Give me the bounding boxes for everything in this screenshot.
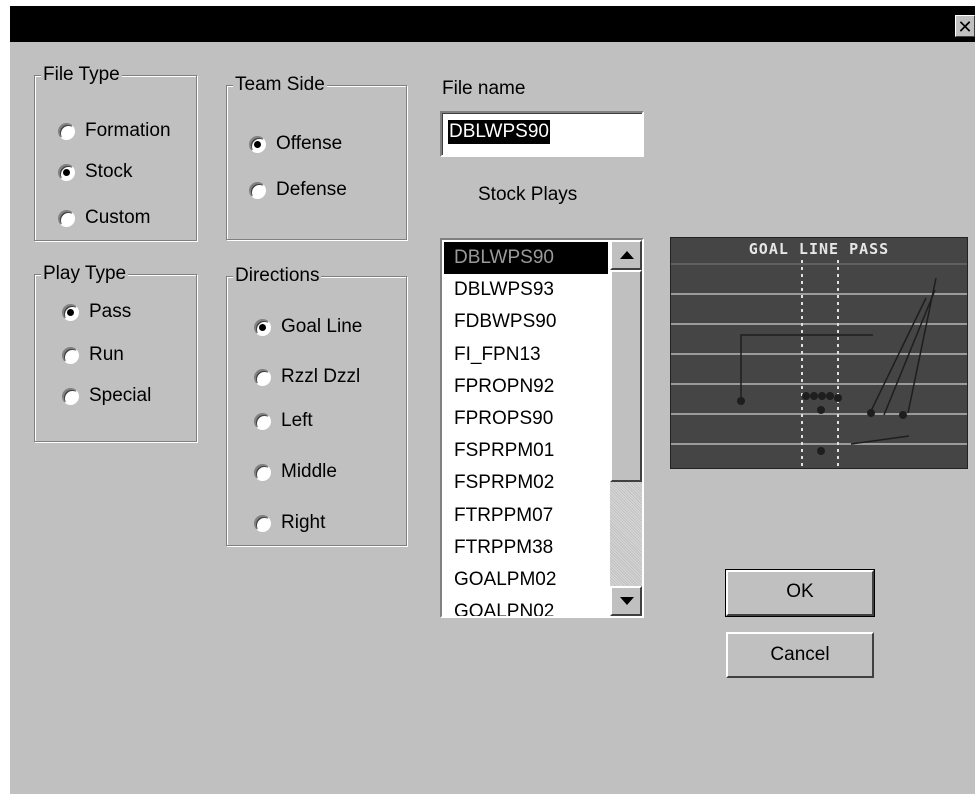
list-item[interactable]: FTRPPM38	[444, 532, 608, 564]
radio-label: Rzzl Dzzl	[281, 366, 361, 387]
radio-rzzl-dzzl[interactable]: Rzzl Dzzl	[254, 366, 360, 388]
radio-defense[interactable]: Defense	[249, 179, 347, 201]
radio-stock[interactable]: Stock	[58, 161, 133, 183]
file-type-group: File Type Formation Stock Custom	[34, 63, 197, 241]
radio-label: Pass	[89, 301, 132, 322]
radio-label: Offense	[276, 133, 343, 154]
radio-button-icon	[58, 209, 75, 227]
radio-button-icon	[62, 303, 79, 321]
list-item[interactable]: DBLWPS90	[444, 242, 608, 275]
stock-plays-listbox[interactable]: DBLWPS90 DBLWPS93 FDBWPS90 FI_FPN13 FPROPN92…	[440, 238, 644, 618]
radio-special[interactable]: Special	[62, 385, 151, 407]
file-name-label: File name	[442, 78, 526, 99]
list-item[interactable]: GOALPM02	[444, 564, 608, 596]
radio-label: Goal Line	[281, 316, 363, 337]
radio-label: Defense	[276, 179, 347, 200]
radio-button-icon	[254, 368, 271, 386]
radio-right[interactable]: Right	[254, 512, 325, 534]
radio-button-icon	[254, 514, 271, 532]
list-item[interactable]: FPROPN92	[444, 371, 608, 403]
file-type-title: File Type	[41, 63, 122, 87]
ok-button[interactable]: OK	[725, 569, 875, 617]
radio-label: Special	[89, 385, 152, 406]
preview-title: GOAL LINE PASS	[748, 240, 890, 258]
scroll-up-button[interactable]	[610, 240, 642, 270]
play-type-title: Play Type	[41, 262, 129, 286]
team-side-group: Team Side Offense Defense	[226, 73, 407, 240]
radio-button-icon	[249, 181, 266, 199]
scroll-down-button[interactable]	[610, 586, 642, 616]
list-item[interactable]: FTRPPM07	[444, 500, 608, 532]
file-name-input[interactable]: DBLWPS90	[440, 111, 644, 157]
radio-button-icon	[249, 135, 266, 153]
radio-label: Custom	[85, 207, 151, 228]
stock-plays-items: DBLWPS90 DBLWPS93 FDBWPS90 FI_FPN13 FPROPN92…	[444, 242, 608, 616]
radio-offense[interactable]: Offense	[249, 133, 342, 155]
team-side-title: Team Side	[233, 73, 327, 97]
directions-group: Directions Goal Line Rzzl Dzzl Left Midd…	[226, 264, 407, 546]
listbox-scrollbar[interactable]	[610, 240, 642, 616]
radio-button-icon	[254, 412, 271, 430]
radio-button-icon	[62, 346, 79, 364]
radio-button-icon	[254, 463, 271, 481]
list-item[interactable]: GOALPN02	[444, 596, 608, 616]
list-item[interactable]: FDBWPS90	[444, 306, 608, 338]
radio-button-icon	[58, 163, 75, 181]
radio-run[interactable]: Run	[62, 344, 124, 366]
play-type-group: Play Type Pass Run Special	[34, 262, 197, 442]
stock-plays-label: Stock Plays	[478, 184, 578, 205]
radio-goal-line[interactable]: Goal Line	[254, 316, 362, 338]
radio-label: Run	[89, 344, 124, 365]
radio-custom[interactable]: Custom	[58, 207, 150, 229]
radio-button-icon	[62, 387, 79, 405]
scroll-down-icon	[620, 597, 634, 605]
directions-title: Directions	[233, 264, 322, 288]
title-bar: ✕	[10, 6, 975, 42]
close-icon: ✕	[957, 17, 973, 37]
radio-button-icon	[58, 122, 75, 140]
list-item[interactable]: FSPRPM02	[444, 467, 608, 499]
radio-label: Stock	[85, 161, 133, 182]
list-item[interactable]: DBLWPS93	[444, 274, 608, 306]
radio-middle[interactable]: Middle	[254, 461, 337, 483]
scroll-thumb[interactable]	[610, 270, 642, 482]
radio-label: Middle	[281, 461, 337, 482]
list-item[interactable]: FPROPS90	[444, 403, 608, 435]
play-preview: GOAL LINE PASS	[670, 237, 968, 469]
close-button[interactable]: ✕	[955, 15, 975, 37]
radio-label: Left	[281, 410, 313, 431]
radio-button-icon	[254, 318, 271, 336]
radio-left[interactable]: Left	[254, 410, 313, 432]
file-name-value: DBLWPS90	[448, 120, 550, 144]
play-select-dialog: ✕ File Type Formation Stock Custom Team …	[10, 6, 975, 794]
radio-label: Right	[281, 512, 326, 533]
scroll-up-icon	[620, 251, 634, 259]
cancel-button[interactable]: Cancel	[726, 632, 874, 678]
radio-label: Formation	[85, 120, 171, 141]
radio-formation[interactable]: Formation	[58, 120, 171, 142]
list-item[interactable]: FI_FPN13	[444, 339, 608, 371]
play-diagram-icon	[671, 260, 967, 468]
radio-pass[interactable]: Pass	[62, 301, 131, 323]
list-item[interactable]: FSPRPM01	[444, 435, 608, 467]
